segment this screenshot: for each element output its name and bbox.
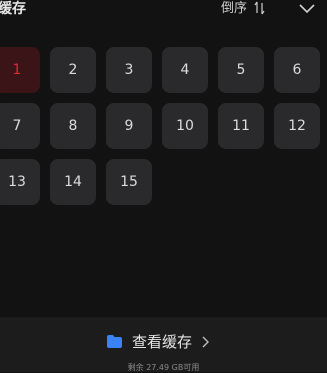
episode-button-6[interactable]: 6 — [274, 47, 320, 93]
episode-button-15[interactable]: 15 — [106, 159, 152, 205]
episode-button-13[interactable]: 13 — [0, 159, 40, 205]
header: 缓存 倒序 — [0, 0, 327, 34]
episode-button-1[interactable]: 1 — [0, 47, 40, 93]
episode-button-4[interactable]: 4 — [162, 47, 208, 93]
episode-button-11[interactable]: 11 — [218, 103, 264, 149]
episode-button-9[interactable]: 9 — [106, 103, 152, 149]
episode-button-8[interactable]: 8 — [50, 103, 96, 149]
episode-button-3[interactable]: 3 — [106, 47, 152, 93]
folder-icon — [107, 335, 122, 348]
chevron-down-icon[interactable] — [298, 2, 316, 14]
episode-button-12[interactable]: 12 — [274, 103, 320, 149]
page-title: 缓存 — [0, 1, 26, 17]
episode-button-5[interactable]: 5 — [218, 47, 264, 93]
episode-button-14[interactable]: 14 — [50, 159, 96, 205]
sort-order-icon[interactable] — [254, 0, 266, 16]
footer-bar: 查看缓存 剩余 27.49 GB可用 — [0, 317, 327, 372]
chevron-right-icon[interactable] — [201, 335, 210, 349]
sort-toggle[interactable]: 倒序 — [221, 0, 247, 18]
view-cache-link[interactable]: 查看缓存 — [132, 332, 192, 352]
episode-button-7[interactable]: 7 — [0, 103, 40, 149]
episode-button-2[interactable]: 2 — [50, 47, 96, 93]
episode-button-10[interactable]: 10 — [162, 103, 208, 149]
